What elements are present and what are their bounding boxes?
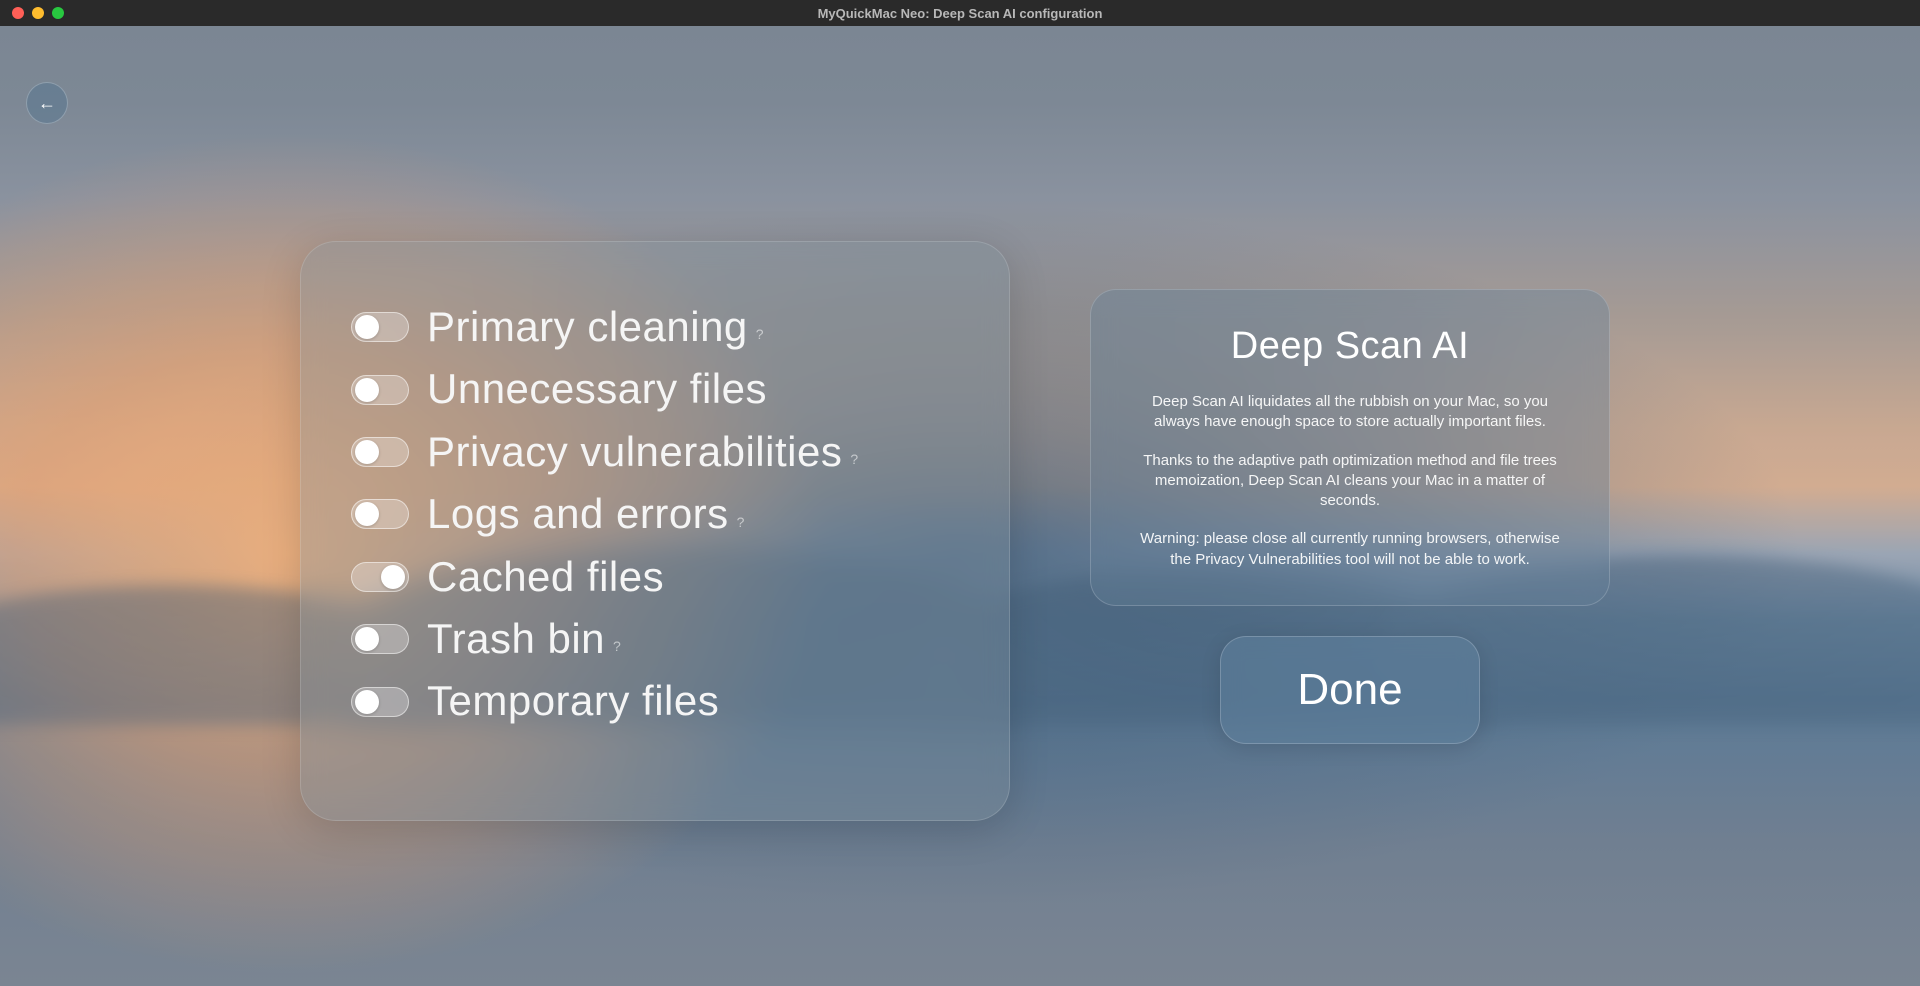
option-row: Cached files xyxy=(351,552,959,602)
info-title: Deep Scan AI xyxy=(1131,325,1569,368)
info-paragraph-3: Warning: please close all currently runn… xyxy=(1131,529,1569,570)
info-paragraph-1: Deep Scan AI liquidates all the rubbish … xyxy=(1131,392,1569,433)
option-toggle[interactable] xyxy=(351,375,409,405)
app-body: ← Primary cleaning?Unnecessary filesPriv… xyxy=(0,26,1920,986)
maximize-window-button[interactable] xyxy=(52,7,64,19)
option-row: Logs and errors? xyxy=(351,489,959,539)
info-panel: Deep Scan AI Deep Scan AI liquidates all… xyxy=(1090,289,1610,606)
toggle-knob xyxy=(355,502,379,526)
content-area: Primary cleaning? Unnecessary files Privac… xyxy=(0,26,1920,986)
toggle-knob xyxy=(355,690,379,714)
minimize-window-button[interactable] xyxy=(32,7,44,19)
option-label: Privacy vulnerabilities xyxy=(427,427,842,477)
option-label: Trash bin xyxy=(427,614,605,664)
help-icon[interactable]: ? xyxy=(737,514,745,530)
option-row: Trash bin? xyxy=(351,614,959,664)
traffic-lights xyxy=(0,7,64,19)
window-title: MyQuickMac Neo: Deep Scan AI configurati… xyxy=(818,6,1103,21)
option-row: Unnecessary files xyxy=(351,364,959,414)
option-label: Unnecessary files xyxy=(427,364,767,414)
option-row: Temporary files xyxy=(351,676,959,726)
toggle-knob xyxy=(355,378,379,402)
done-button-label: Done xyxy=(1297,665,1402,715)
info-paragraph-2: Thanks to the adaptive path optimization… xyxy=(1131,451,1569,512)
option-row: Primary cleaning? xyxy=(351,302,959,352)
toggle-knob xyxy=(355,627,379,651)
option-label: Temporary files xyxy=(427,676,719,726)
option-toggle[interactable] xyxy=(351,312,409,342)
toggle-knob xyxy=(381,565,405,589)
close-window-button[interactable] xyxy=(12,7,24,19)
option-toggle[interactable] xyxy=(351,562,409,592)
option-toggle[interactable] xyxy=(351,624,409,654)
scan-options-panel: Primary cleaning? Unnecessary files Privac… xyxy=(300,241,1010,821)
help-icon[interactable]: ? xyxy=(756,326,764,342)
help-icon[interactable]: ? xyxy=(850,451,858,467)
option-toggle[interactable] xyxy=(351,499,409,529)
help-icon[interactable]: ? xyxy=(613,638,621,654)
right-column: Deep Scan AI Deep Scan AI liquidates all… xyxy=(1090,241,1610,744)
toggle-knob xyxy=(355,315,379,339)
option-label: Primary cleaning xyxy=(427,302,748,352)
option-toggle[interactable] xyxy=(351,687,409,717)
option-label: Cached files xyxy=(427,552,664,602)
done-button[interactable]: Done xyxy=(1220,636,1480,744)
toggle-knob xyxy=(355,440,379,464)
option-label: Logs and errors xyxy=(427,489,729,539)
window-titlebar: MyQuickMac Neo: Deep Scan AI configurati… xyxy=(0,0,1920,26)
option-row: Privacy vulnerabilities? xyxy=(351,427,959,477)
option-toggle[interactable] xyxy=(351,437,409,467)
